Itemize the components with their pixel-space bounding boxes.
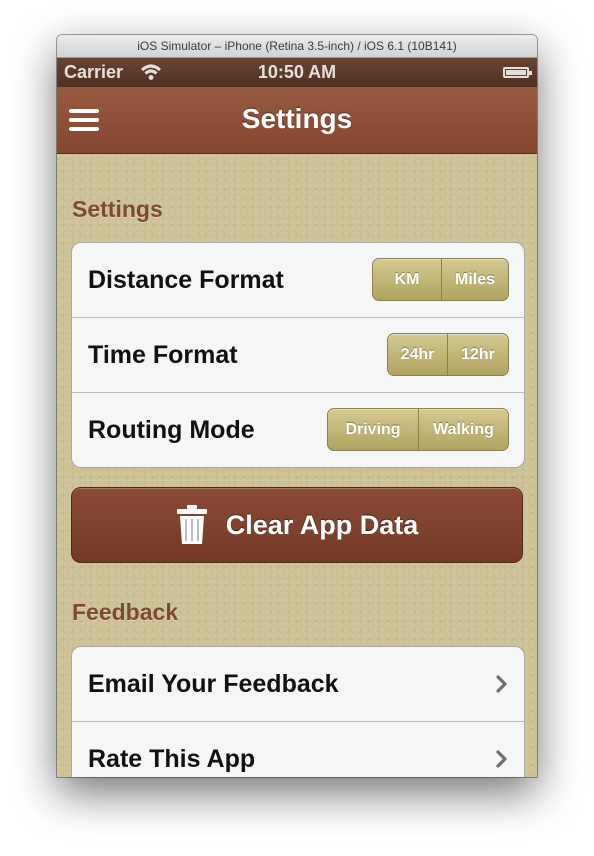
segment-km[interactable]: KM xyxy=(373,259,442,300)
email-feedback-label: Email Your Feedback xyxy=(88,670,339,698)
app-screen: Carrier 10:50 AM Settings Settings Dista… xyxy=(57,58,537,777)
chevron-right-icon xyxy=(496,750,507,768)
clear-app-data-button[interactable]: Clear App Data xyxy=(71,487,523,563)
nav-bar: Settings xyxy=(57,87,537,154)
feedback-group: Email Your Feedback Rate This App xyxy=(71,646,525,777)
distance-format-row: Distance Format KM Miles xyxy=(72,243,524,318)
clear-app-data-label: Clear App Data xyxy=(225,509,419,540)
routing-mode-label: Routing Mode xyxy=(88,416,255,444)
segment-24hr[interactable]: 24hr xyxy=(388,334,448,375)
window-title: iOS Simulator – iPhone (Retina 3.5-inch)… xyxy=(57,35,537,58)
simulator-window: iOS Simulator – iPhone (Retina 3.5-inch)… xyxy=(57,35,537,777)
feedback-section-header: Feedback xyxy=(72,599,179,625)
distance-format-control: KM Miles xyxy=(372,258,509,301)
segment-12hr[interactable]: 12hr xyxy=(448,334,508,375)
nav-title: Settings xyxy=(241,103,353,134)
segment-driving[interactable]: Driving xyxy=(328,409,419,450)
time-format-control: 24hr 12hr xyxy=(387,333,509,376)
segment-miles[interactable]: Miles xyxy=(442,259,508,300)
rate-app-label: Rate This App xyxy=(88,745,256,773)
status-time: 10:50 AM xyxy=(257,62,337,82)
settings-section-header: Settings xyxy=(72,196,163,222)
routing-mode-control: Driving Walking xyxy=(327,408,509,451)
time-format-row: Time Format 24hr 12hr xyxy=(72,318,524,393)
routing-mode-row: Routing Mode Driving Walking xyxy=(72,393,524,467)
time-format-label: Time Format xyxy=(88,341,238,369)
battery-icon xyxy=(503,67,532,78)
segment-walking[interactable]: Walking xyxy=(419,409,508,450)
rate-app-row[interactable]: Rate This App xyxy=(72,722,524,777)
settings-group: Distance Format KM Miles Time Format 24h… xyxy=(71,242,525,468)
email-feedback-row[interactable]: Email Your Feedback xyxy=(72,647,524,722)
distance-format-label: Distance Format xyxy=(88,266,284,294)
trash-icon xyxy=(176,505,207,544)
status-bar: Carrier 10:50 AM xyxy=(57,58,537,87)
chevron-right-icon xyxy=(496,675,507,693)
